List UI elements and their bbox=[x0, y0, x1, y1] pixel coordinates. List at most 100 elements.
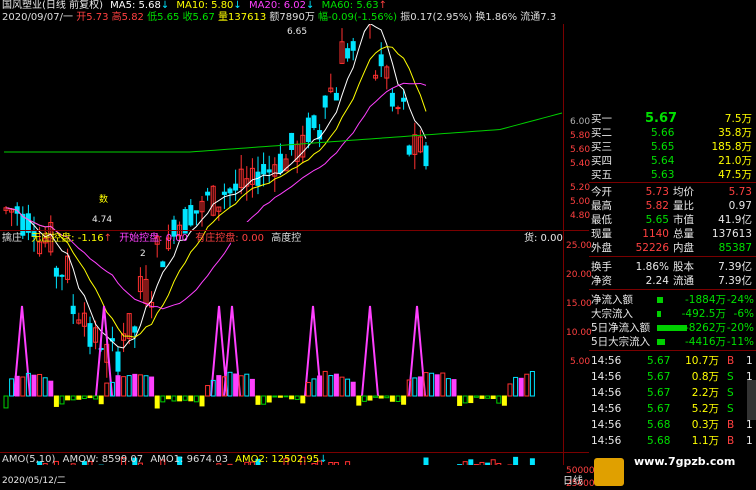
order-volume: 47.5万 bbox=[718, 168, 752, 182]
volume-bar bbox=[514, 457, 518, 465]
order-price: 5.66 bbox=[651, 126, 674, 140]
amo-name[interactable]: AMO(5,10) bbox=[2, 454, 55, 465]
price-axis: 6.00 5.80 5.60 5.40 5.20 5.00 4.80 bbox=[564, 110, 588, 220]
order-book-row[interactable]: 买五5.6347.5万 bbox=[589, 168, 756, 182]
price-tick: 4.80 bbox=[570, 210, 590, 222]
indicator-bar bbox=[161, 396, 165, 402]
candle-body bbox=[351, 42, 355, 51]
tick-row[interactable]: 14:565.670.8万S1 bbox=[589, 370, 756, 384]
volume-bar bbox=[463, 462, 467, 465]
money-flow-row: 净流入额-1884万-24% bbox=[589, 293, 756, 307]
indicator-bar bbox=[413, 378, 417, 396]
indicator-name[interactable]: 擒庄 bbox=[2, 233, 22, 244]
candle-body bbox=[407, 146, 411, 154]
day-tab[interactable]: 日线 bbox=[563, 476, 583, 488]
volume-bar bbox=[497, 463, 501, 465]
indicator-bar bbox=[497, 396, 501, 403]
indicator-bar bbox=[346, 379, 350, 396]
candle-body bbox=[234, 184, 238, 190]
tick-time: 14:56 bbox=[591, 418, 621, 432]
order-book-row[interactable]: 买三5.65185.8万 bbox=[589, 140, 756, 154]
flow-label: 净流入额 bbox=[591, 293, 633, 307]
volume-bar bbox=[346, 462, 350, 465]
indicator-bar bbox=[390, 396, 394, 401]
order-price: 5.63 bbox=[651, 168, 674, 182]
quote-row: 最高5.82量比0.97 bbox=[589, 199, 756, 213]
order-book-row[interactable]: 买二5.6635.8万 bbox=[589, 126, 756, 140]
tick-row[interactable]: 14:565.681.1万B1 bbox=[589, 434, 756, 448]
quote-label: 总量 bbox=[673, 227, 694, 241]
indicator-bar bbox=[32, 375, 36, 396]
volume-bar bbox=[329, 462, 333, 465]
stock-title[interactable]: 国风塑业(日线 前复权) bbox=[2, 0, 103, 11]
indicator-bar bbox=[99, 396, 103, 404]
tick-side: S bbox=[727, 386, 734, 400]
ma60-line bbox=[4, 113, 562, 152]
share-value: 7.39亿 bbox=[718, 260, 752, 274]
candle-body bbox=[194, 211, 198, 213]
indicator-bar bbox=[172, 396, 176, 401]
indicator-bar bbox=[301, 396, 305, 403]
indicator-bar bbox=[379, 396, 383, 398]
indicator-bar bbox=[435, 375, 439, 396]
price-tick: 6.00 bbox=[570, 116, 590, 128]
indicator-tick: 15.00 bbox=[566, 298, 592, 310]
indicator-bar bbox=[463, 396, 467, 403]
price-tick: 5.60 bbox=[570, 144, 590, 156]
tick-row[interactable]: 14:565.675.2万S1 bbox=[589, 402, 756, 416]
indicator-spike bbox=[362, 306, 378, 396]
watermark: www.7gpzb.com bbox=[634, 456, 735, 468]
candle-body bbox=[262, 165, 266, 174]
indicator-bar bbox=[127, 376, 131, 396]
indicator-bar bbox=[312, 379, 316, 396]
indicator-bar bbox=[15, 376, 19, 396]
quote-value: 41.9亿 bbox=[718, 213, 752, 227]
indicator-bar bbox=[351, 382, 355, 396]
flow-value: -1884万 bbox=[685, 293, 726, 307]
candle-body bbox=[88, 324, 92, 347]
indicator-bar bbox=[525, 374, 529, 396]
bar-low: 低5.65 bbox=[147, 12, 179, 23]
indicator-bar bbox=[4, 396, 8, 408]
indicator-bar bbox=[430, 373, 434, 396]
flow-value: -8262万 bbox=[685, 321, 726, 335]
candle-body bbox=[116, 352, 120, 371]
flow-label: 大宗流入 bbox=[591, 307, 633, 321]
indicator-bar bbox=[295, 396, 299, 399]
indicator-bar bbox=[452, 380, 456, 396]
quote-row: 现量1140总量137613 bbox=[589, 227, 756, 241]
quote-label: 现量 bbox=[591, 227, 612, 241]
chart-header-line1: 国风塑业(日线 前复权) MA5: 5.68↓ MA10: 5.80↓ MA20… bbox=[2, 0, 387, 12]
tick-row[interactable]: 14:565.680.3万B1 bbox=[589, 418, 756, 432]
indicator-bar bbox=[150, 377, 154, 396]
amow-value: AMOW: 8599.07 bbox=[63, 454, 144, 465]
quote-label: 外盘 bbox=[591, 241, 612, 255]
order-book-row[interactable]: 买四5.6421.0万 bbox=[589, 154, 756, 168]
order-volume: 7.5万 bbox=[725, 112, 752, 126]
scrollbar[interactable] bbox=[747, 380, 756, 420]
tick-time: 14:56 bbox=[591, 434, 621, 448]
indicator-bar bbox=[491, 396, 495, 398]
candle-body bbox=[424, 146, 428, 166]
tick-row[interactable]: 14:565.6710.7万B1 bbox=[589, 354, 756, 368]
candle-body bbox=[379, 55, 383, 66]
order-volume: 185.8万 bbox=[711, 140, 752, 154]
tick-row[interactable]: 14:565.672.2万S1 bbox=[589, 386, 756, 400]
indicator-bar bbox=[60, 396, 64, 404]
panel-divider bbox=[0, 230, 589, 231]
indicator-bar bbox=[480, 396, 484, 398]
share-label: 换手 bbox=[591, 260, 612, 274]
indicator-bar bbox=[138, 375, 142, 396]
watermark-logo-icon bbox=[594, 458, 624, 486]
order-book-row[interactable]: 买一5.677.5万 bbox=[589, 112, 756, 126]
share-row: 净资2.24流通7.39亿 bbox=[589, 274, 756, 288]
divider bbox=[589, 256, 756, 257]
order-label: 买二 bbox=[591, 126, 612, 140]
bar-close: 收5.67 bbox=[183, 12, 215, 23]
indicator-bar bbox=[262, 396, 266, 404]
indicator-bar bbox=[206, 386, 210, 396]
volume-bar bbox=[469, 460, 473, 465]
candle-body bbox=[396, 108, 400, 109]
price-tick: 5.00 bbox=[570, 196, 590, 208]
share-row: 换手1.86%股本7.39亿 bbox=[589, 260, 756, 274]
